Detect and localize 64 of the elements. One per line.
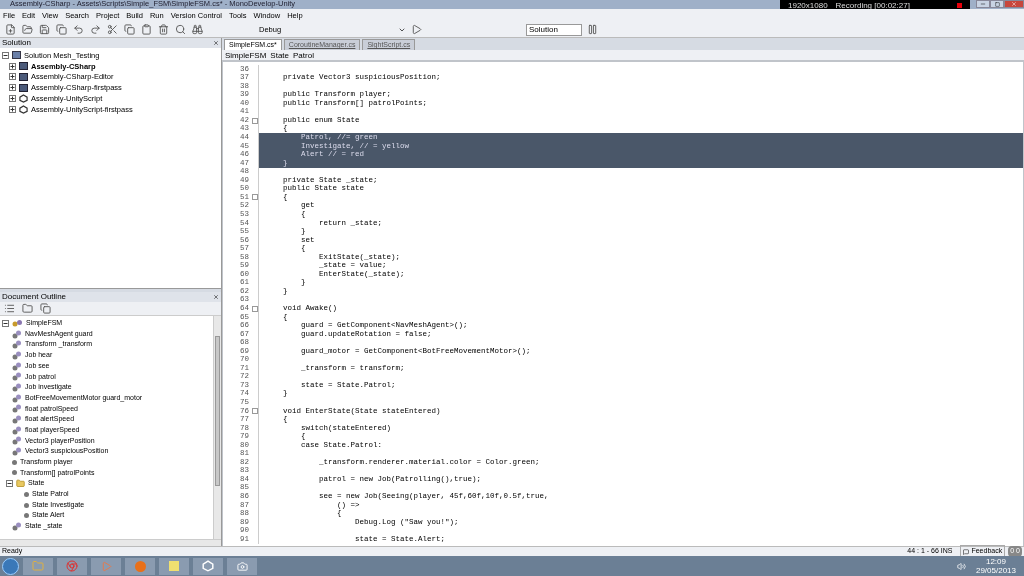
redo-icon[interactable] — [89, 24, 101, 35]
collapse-toggle[interactable] — [2, 51, 9, 59]
binoculars-icon[interactable] — [191, 24, 203, 35]
pause-icon[interactable] — [586, 24, 598, 35]
pad-title: Solution — [2, 37, 31, 49]
field-icon — [12, 382, 22, 392]
class-icon — [12, 318, 23, 328]
expand-toggle[interactable] — [9, 73, 16, 81]
pad-title: Document Outline — [2, 291, 67, 303]
save-icon[interactable] — [38, 24, 50, 35]
fold-toggle[interactable] — [251, 117, 258, 124]
close-icon[interactable] — [213, 294, 219, 300]
field-icon — [12, 447, 22, 457]
field-icon — [12, 404, 22, 414]
copy-icon[interactable] — [123, 24, 135, 35]
expand-toggle[interactable] — [9, 95, 16, 103]
run-icon[interactable] — [410, 24, 422, 35]
breadcrumb-item[interactable]: SimpleFSM — [225, 50, 267, 60]
list-icon[interactable] — [3, 303, 15, 314]
new-file-icon[interactable] — [4, 24, 16, 35]
field-icon — [12, 340, 22, 350]
paste-icon[interactable] — [140, 24, 152, 35]
field-icon — [12, 393, 22, 403]
fold-toggle[interactable] — [251, 305, 258, 312]
expand-toggle[interactable] — [9, 84, 16, 92]
folder-icon — [16, 479, 25, 489]
horizontal-scrollbar[interactable] — [0, 539, 221, 546]
clock-time: 12:09 — [985, 557, 1006, 566]
speech-bubble-icon[interactable] — [963, 548, 970, 555]
folder-icon[interactable] — [21, 303, 33, 314]
maximize-icon[interactable] — [994, 1, 1000, 7]
field-icon — [12, 425, 22, 435]
expand-toggle[interactable] — [9, 62, 16, 70]
delete-icon[interactable] — [157, 24, 169, 35]
copy-icon[interactable] — [39, 303, 51, 314]
field-icon — [12, 415, 22, 425]
field-icon — [12, 372, 22, 382]
unity-icon[interactable] — [202, 560, 214, 572]
start-icon[interactable] — [2, 557, 19, 575]
collapse-toggle[interactable] — [6, 480, 13, 488]
expand-toggle[interactable] — [9, 105, 16, 113]
breadcrumb-item[interactable]: Patrol — [293, 50, 314, 60]
collapse-toggle[interactable] — [2, 319, 9, 327]
volume-icon[interactable] — [956, 561, 966, 571]
recorder-resolution: 1920x1080 — [788, 0, 828, 12]
cut-icon[interactable] — [106, 24, 118, 35]
breadcrumb-item[interactable]: State — [270, 50, 290, 60]
field-icon — [12, 361, 22, 371]
undo-icon[interactable] — [72, 24, 84, 35]
field-icon — [12, 329, 22, 339]
camera-icon[interactable] — [236, 560, 248, 572]
target-dropdown[interactable]: Solution — [526, 23, 582, 36]
open-folder-icon[interactable] — [21, 24, 33, 35]
field-icon — [12, 521, 22, 531]
field-icon — [12, 350, 22, 360]
fold-toggle[interactable] — [251, 194, 258, 201]
scrollbar[interactable] — [213, 316, 221, 539]
search-icon[interactable] — [174, 24, 186, 35]
close-icon[interactable] — [213, 40, 219, 46]
field-icon — [12, 436, 22, 446]
solution-icon — [12, 51, 21, 60]
recorder-status: Recording [00:02:27] — [835, 0, 910, 12]
clock-date: 29/05/2013 — [975, 566, 1016, 575]
fold-toggle[interactable] — [251, 408, 258, 415]
